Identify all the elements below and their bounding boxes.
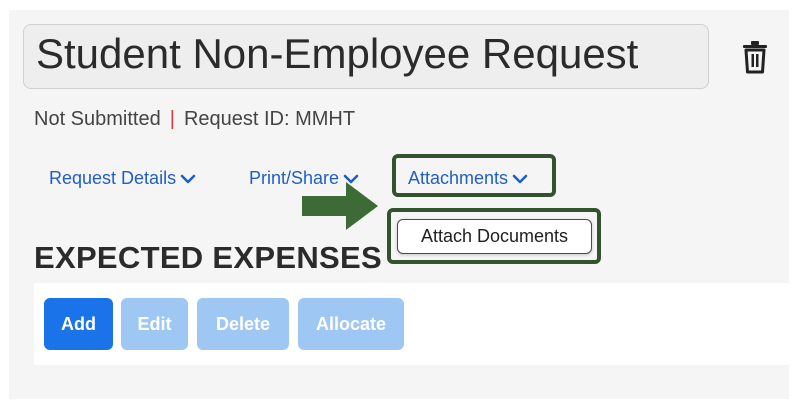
request-status-line: Not Submitted | Request ID: MMHT — [34, 108, 355, 131]
request-id: Request ID: MMHT — [183, 108, 356, 130]
request-title: Student Non-Employee Request — [36, 30, 639, 77]
add-button[interactable]: Add — [44, 298, 113, 350]
attach-documents-menu-item[interactable]: Attach Documents — [397, 219, 592, 254]
chevron-down-icon — [180, 174, 196, 184]
status-separator: | — [169, 108, 175, 130]
status-text: Not Submitted — [34, 108, 161, 130]
request-details-menu[interactable]: Request Details — [49, 168, 196, 189]
delete-button[interactable]: Delete — [197, 298, 289, 350]
attachments-highlight-box — [392, 154, 556, 197]
allocate-button[interactable]: Allocate — [298, 298, 404, 350]
edit-button[interactable]: Edit — [121, 298, 188, 350]
section-heading: EXPECTED EXPENSES — [34, 240, 382, 275]
request-details-label: Request Details — [49, 168, 177, 188]
trash-icon[interactable] — [740, 40, 770, 74]
arrow-right-icon — [302, 182, 378, 230]
